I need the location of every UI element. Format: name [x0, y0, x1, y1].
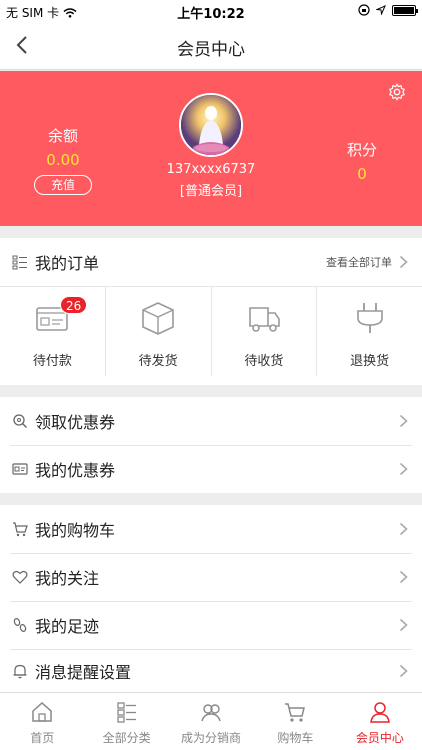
cart-icon [13, 522, 28, 537]
tab-label: 会员中心 [355, 731, 404, 745]
home-icon [32, 701, 52, 722]
view-all-orders-link[interactable]: 查看全部订单 [326, 254, 392, 270]
orientation-lock-icon [358, 4, 370, 16]
my-history-row[interactable]: 我的足迹 [0, 601, 422, 649]
avatar-image [181, 95, 241, 155]
notification-settings-row[interactable]: 消息提醒设置 [0, 649, 422, 692]
chevron-right-icon [399, 664, 408, 677]
tab-bar: 首页 全部分类 成为分销商 购物车 会员中心 [0, 692, 422, 750]
footprint-icon [13, 618, 27, 632]
order-list-icon [12, 255, 27, 270]
box-icon [142, 302, 174, 335]
tab-member-center[interactable]: 会员中心 [338, 693, 422, 750]
get-coupons-label: 领取优惠券 [35, 413, 116, 432]
tab-label: 全部分类 [102, 731, 151, 745]
menu-section: 我的购物车 我的关注 我的足迹 消息提醒设置 [0, 505, 422, 692]
pending-payment-badge: 26 [60, 296, 88, 314]
category-icon [116, 702, 136, 723]
battery-icon [392, 4, 418, 16]
member-header: 余额 0.00 充值 137xxxx6737 [普通会员] 积分 0 [0, 71, 422, 226]
orders-title: 我的订单 [35, 254, 100, 273]
points-value: 0 [357, 165, 367, 183]
chevron-right-icon [399, 618, 408, 632]
chevron-right-icon [399, 522, 408, 536]
coupon-card-icon [12, 463, 28, 475]
coupons-section: 领取优惠券 我的优惠券 [0, 397, 422, 493]
my-history-label: 我的足迹 [35, 617, 100, 636]
tab-distributor[interactable]: 成为分销商 [169, 693, 253, 750]
my-coupons-row[interactable]: 我的优惠券 [0, 445, 422, 493]
order-status-grid: 26 待付款 待发货 待收货 退换货 [0, 286, 422, 376]
coupon-search-icon [13, 414, 27, 428]
chevron-right-icon [399, 570, 408, 584]
heart-icon [12, 570, 28, 584]
cart-icon [285, 703, 306, 722]
truck-icon [249, 307, 280, 332]
avatar[interactable] [179, 93, 243, 157]
tab-label: 首页 [30, 731, 55, 745]
order-item-label: 待付款 [32, 354, 72, 369]
get-coupons-row[interactable]: 领取优惠券 [0, 397, 422, 445]
tab-home[interactable]: 首页 [0, 693, 84, 750]
chevron-right-icon [399, 462, 408, 476]
chevron-right-icon [399, 255, 408, 269]
plug-icon [356, 303, 383, 333]
order-pending-shipment[interactable]: 待发货 [106, 286, 212, 376]
distributor-icon [201, 704, 221, 722]
status-right [358, 4, 418, 16]
location-icon [376, 5, 386, 15]
my-coupons-label: 我的优惠券 [35, 461, 116, 480]
chevron-right-icon [399, 414, 408, 428]
orders-section: 我的订单 查看全部订单 26 待付款 待发货 待收货 退换货 [0, 238, 422, 385]
points-label: 积分 [346, 141, 377, 159]
my-follow-row[interactable]: 我的关注 [0, 553, 422, 601]
order-pending-payment[interactable]: 26 待付款 [0, 286, 106, 376]
tab-cart[interactable]: 购物车 [253, 693, 337, 750]
orders-header[interactable]: 我的订单 查看全部订单 [0, 238, 422, 286]
bell-icon [13, 664, 27, 678]
my-cart-label: 我的购物车 [35, 521, 116, 540]
my-follow-label: 我的关注 [35, 569, 100, 588]
order-return-exchange[interactable]: 退换货 [317, 286, 422, 376]
gear-icon[interactable] [388, 83, 406, 101]
status-bar: 无 SIM 卡 上午10:22 [0, 0, 422, 22]
notification-settings-label: 消息提醒设置 [35, 662, 132, 682]
tab-categories[interactable]: 全部分类 [84, 693, 168, 750]
tab-label: 成为分销商 [181, 731, 242, 745]
order-item-label: 待发货 [138, 354, 178, 369]
order-item-label: 待收货 [244, 354, 284, 369]
order-pending-receipt[interactable]: 待收货 [212, 286, 318, 376]
order-item-label: 退换货 [350, 354, 390, 369]
balance-label: 余额 [47, 127, 78, 145]
navigation-bar: 会员中心 [0, 22, 422, 70]
tab-label: 购物车 [277, 731, 314, 745]
my-cart-row[interactable]: 我的购物车 [0, 505, 422, 553]
points-block[interactable]: 积分 0 [342, 139, 382, 183]
page-title: 会员中心 [177, 40, 245, 60]
user-icon [369, 702, 390, 723]
